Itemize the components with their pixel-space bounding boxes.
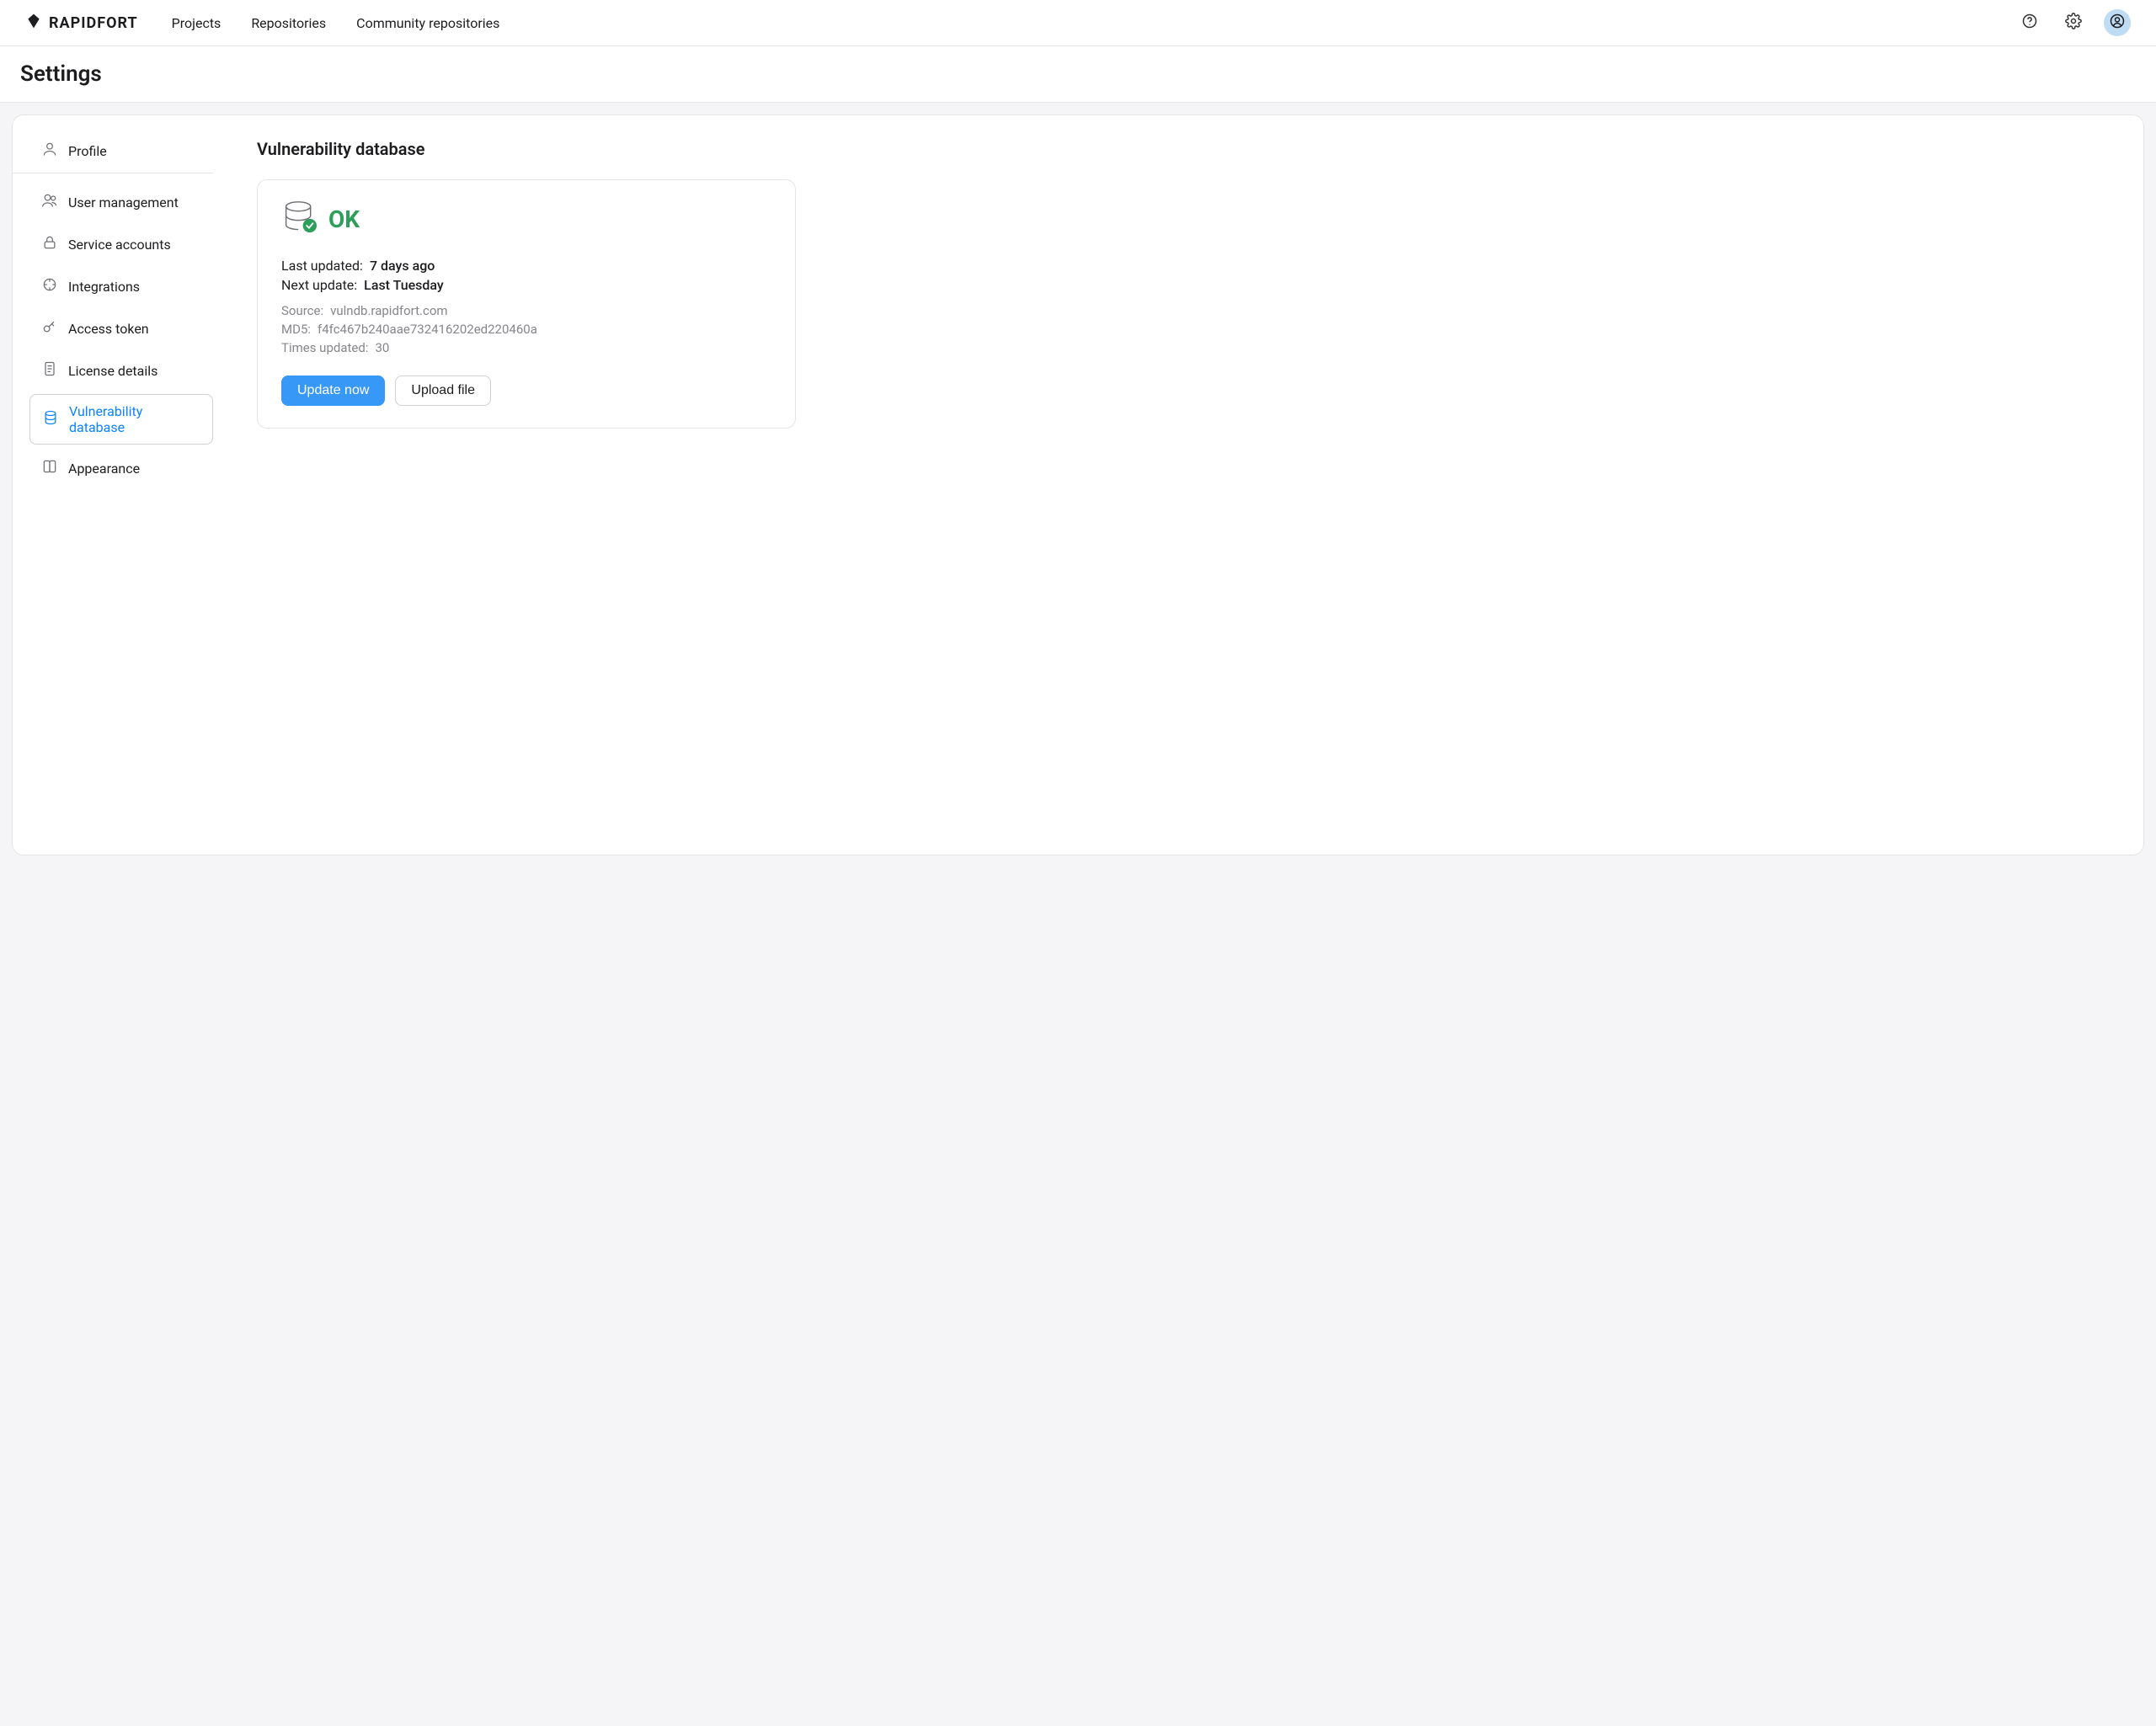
topbar: RAPIDFORT Projects Repositories Communit… <box>0 0 2156 46</box>
meta-block: Source: vulndb.rapidfort.com MD5: f4fc46… <box>281 303 771 355</box>
sidebar-item-label: Integrations <box>68 279 140 295</box>
page-title: Settings <box>20 61 2136 87</box>
nav-projects[interactable]: Projects <box>172 15 221 31</box>
section-title: Vulnerability database <box>257 139 2110 159</box>
main-content: Vulnerability database OK <box>223 115 2143 855</box>
database-icon <box>42 409 59 429</box>
plug-icon <box>41 276 58 296</box>
sidebar-item-label: Access token <box>68 321 149 337</box>
times-updated-label: Times updated: <box>281 340 368 355</box>
sidebar-item-label: License details <box>68 363 157 379</box>
user-circle-icon <box>2109 13 2126 33</box>
sidebar-item-appearance[interactable]: Appearance <box>29 450 213 487</box>
profile-icon <box>41 141 58 161</box>
md5-value: f4fc467b240aae732416202ed220460a <box>318 322 537 337</box>
help-icon <box>2021 13 2038 33</box>
sidebar-item-profile[interactable]: Profile <box>13 132 213 173</box>
nav-repositories[interactable]: Repositories <box>251 15 326 31</box>
source-label: Source: <box>281 303 323 318</box>
nav-community-repositories[interactable]: Community repositories <box>356 15 499 31</box>
key-icon <box>41 318 58 338</box>
diamond-icon <box>25 13 42 34</box>
settings-panel: Profile User management Service accounts… <box>12 115 2144 855</box>
md5-label: MD5: <box>281 322 311 337</box>
sidebar-item-label: Profile <box>68 143 107 159</box>
users-icon <box>41 192 58 212</box>
last-updated-row: Last updated: 7 days ago <box>281 258 771 274</box>
next-update-value: Last Tuesday <box>364 277 444 293</box>
source-row: Source: vulndb.rapidfort.com <box>281 303 771 318</box>
status-row: OK <box>281 200 771 237</box>
gear-icon <box>2065 13 2082 33</box>
settings-sidebar: Profile User management Service accounts… <box>13 115 223 855</box>
upload-file-button[interactable]: Upload file <box>395 376 491 406</box>
sidebar-item-label: User management <box>68 194 179 210</box>
md5-row: MD5: f4fc467b240aae732416202ed220460a <box>281 322 771 337</box>
lock-icon <box>41 234 58 254</box>
nav-links: Projects Repositories Community reposito… <box>172 15 500 31</box>
status-text: OK <box>328 205 360 233</box>
source-value: vulndb.rapidfort.com <box>330 303 447 318</box>
sidebar-item-label: Vulnerability database <box>69 403 200 435</box>
sidebar-item-access-token[interactable]: Access token <box>29 310 213 347</box>
sidebar-item-integrations[interactable]: Integrations <box>29 268 213 305</box>
last-updated-value: 7 days ago <box>370 258 435 274</box>
brand-text: RAPIDFORT <box>49 14 138 32</box>
page-header: Settings <box>0 46 2156 103</box>
topbar-right <box>2016 9 2131 36</box>
update-now-button[interactable]: Update now <box>281 376 385 406</box>
times-updated-value: 30 <box>375 340 389 355</box>
vulndb-status-card: OK Last updated: 7 days ago Next update:… <box>257 179 796 429</box>
document-icon <box>41 360 58 381</box>
next-update-label: Next update: <box>281 277 357 293</box>
settings-button[interactable] <box>2060 9 2087 36</box>
card-actions: Update now Upload file <box>281 376 771 406</box>
sidebar-item-license-details[interactable]: License details <box>29 352 213 389</box>
database-check-icon <box>281 200 318 237</box>
appearance-icon <box>41 458 58 478</box>
sidebar-item-label: Service accounts <box>68 237 171 253</box>
brand-logo[interactable]: RAPIDFORT <box>25 13 138 34</box>
sidebar-item-service-accounts[interactable]: Service accounts <box>29 226 213 263</box>
sidebar-item-user-management[interactable]: User management <box>29 184 213 221</box>
container: Profile User management Service accounts… <box>0 103 2156 867</box>
sidebar-item-label: Appearance <box>68 461 140 477</box>
help-button[interactable] <box>2016 9 2043 36</box>
account-button[interactable] <box>2104 9 2131 36</box>
sidebar-item-vulnerability-database[interactable]: Vulnerability database <box>29 394 213 445</box>
next-update-row: Next update: Last Tuesday <box>281 277 771 293</box>
times-updated-row: Times updated: 30 <box>281 340 771 355</box>
last-updated-label: Last updated: <box>281 258 363 274</box>
